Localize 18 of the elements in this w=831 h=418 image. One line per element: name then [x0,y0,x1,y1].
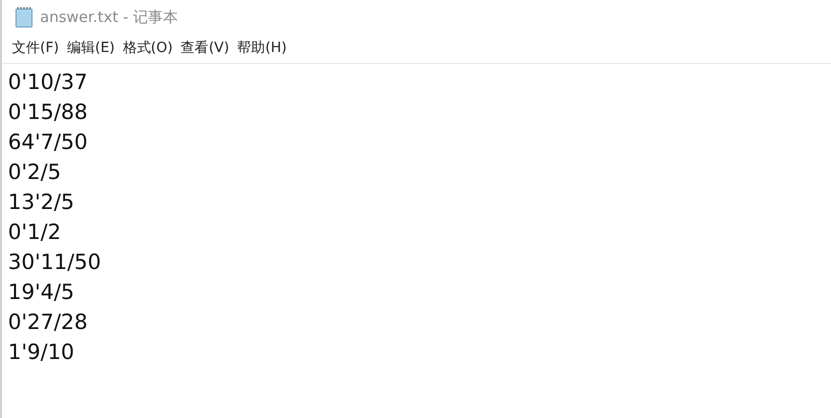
text-line: 0'27/28 [8,309,88,336]
text-area[interactable]: 0'10/37 0'15/88 64'7/50 0'2/5 13'2/5 0'1/2 30'11/50 19'4/5 0'27/28 1'9/10 [2,64,831,418]
text-line: 0'15/88 [8,99,88,126]
text-line: 64'7/50 [8,129,88,156]
text-line: 13'2/5 [8,189,74,216]
text-line: 19'4/5 [8,279,74,306]
menu-item[interactable]: 编辑(E) [62,38,119,59]
text-line: 0'2/5 [8,159,61,186]
text-line: 0'1/2 [8,219,61,246]
menu-item[interactable]: 格式(O) [118,38,177,59]
text-line: 0'10/37 [8,69,88,96]
notepad-icon [14,6,34,28]
text-line: 30'11/50 [8,249,102,276]
menu-item[interactable]: 文件(F) [8,38,63,59]
window-title: answer.txt - 记事本 [40,6,178,28]
text-line: 1'9/10 [8,339,74,366]
menu-item[interactable]: 帮助(H) [233,38,291,59]
menu-item[interactable]: 查看(V) [176,38,234,59]
